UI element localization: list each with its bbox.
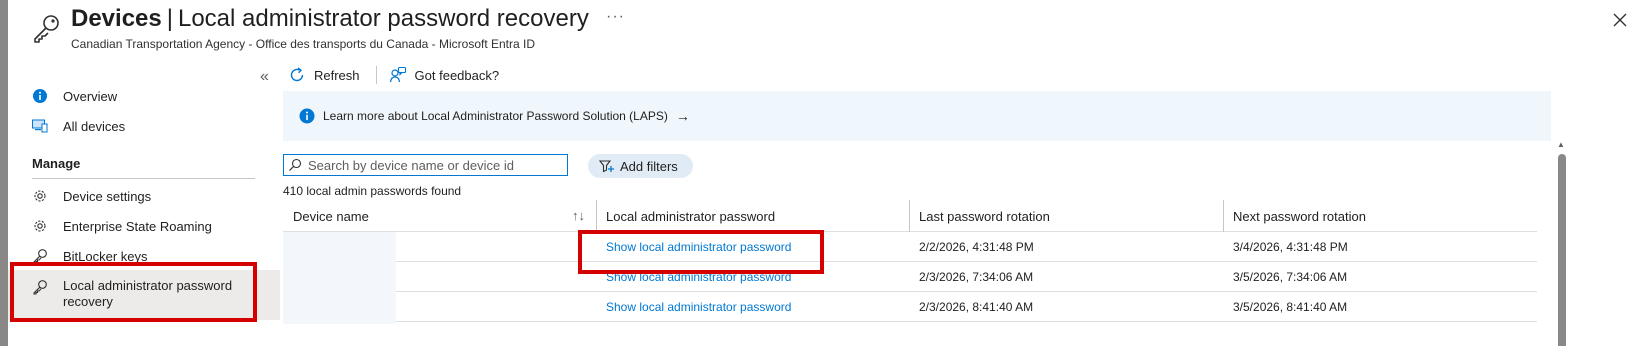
sidebar-item-enterprise-state-roaming[interactable]: Enterprise State Roaming	[8, 211, 280, 241]
last-rotation-cell: 2/2/2026, 4:31:48 PM	[919, 240, 1034, 254]
gear-icon	[32, 218, 48, 234]
results-count: 410 local admin passwords found	[283, 184, 462, 198]
table-row[interactable]: Show local administrator password 2/2/20…	[283, 232, 1537, 262]
filter-icon	[598, 160, 614, 173]
page-title-secondary: Local administrator password recovery	[177, 5, 589, 32]
search-box[interactable]	[283, 154, 568, 176]
last-rotation-cell: 2/3/2026, 7:34:06 AM	[919, 270, 1034, 284]
scroll-up-icon[interactable]: ▲	[1557, 140, 1565, 149]
feedback-button[interactable]: Got feedback?	[389, 66, 506, 84]
column-divider[interactable]	[1223, 200, 1224, 232]
table-row[interactable]: Show local administrator password 2/3/20…	[283, 262, 1537, 292]
refresh-icon	[288, 66, 306, 84]
next-rotation-cell: 3/5/2026, 8:41:40 AM	[1233, 300, 1348, 314]
column-divider[interactable]	[596, 200, 597, 232]
sidebar-section-manage: Manage	[32, 156, 81, 171]
search-input[interactable]	[308, 157, 558, 173]
info-banner: Learn more about Local Administrator Pas…	[283, 91, 1551, 141]
column-header-next-rotation[interactable]: Next password rotation	[1233, 200, 1366, 232]
info-icon	[299, 108, 315, 124]
key-icon	[34, 15, 59, 43]
sidebar-item-label: Enterprise State Roaming	[63, 218, 212, 234]
last-rotation-cell: 2/3/2026, 8:41:40 AM	[919, 300, 1034, 314]
vertical-scrollbar[interactable]: ▲	[1557, 140, 1567, 346]
page-title-primary: Devices	[71, 5, 162, 32]
page-title: Devices | Local administrator password rec…	[71, 5, 589, 33]
sidebar-item-bitlocker-keys[interactable]: BitLocker keys	[8, 241, 280, 271]
page-subtitle: Canadian Transportation Agency - Office …	[71, 37, 536, 51]
column-header-device-name[interactable]: Device name	[293, 200, 369, 232]
laps-learn-more-text: Learn more about Local Administrator Pas…	[323, 109, 668, 123]
blade-header: Devices | Local administrator password rec…	[8, 0, 1651, 60]
sidebar-item-overview[interactable]: Overview	[8, 81, 280, 111]
toolbar-divider	[375, 66, 377, 84]
refresh-label: Refresh	[314, 67, 360, 83]
column-divider[interactable]	[909, 200, 910, 232]
laps-learn-more-link[interactable]: Learn more about Local Administrator Pas…	[323, 108, 690, 124]
command-bar: Refresh Got feedback?	[288, 60, 505, 90]
refresh-button[interactable]: Refresh	[288, 66, 366, 84]
devices-icon	[32, 118, 48, 134]
laps-table: Device name ↑↓ Local administrator passw…	[283, 200, 1537, 324]
sidebar-item-label: Device settings	[63, 188, 152, 204]
show-password-link[interactable]: Show local administrator password	[606, 300, 791, 314]
sidebar: « Overview All devices Manage Device set…	[8, 60, 280, 346]
scrollbar-thumb[interactable]	[1558, 154, 1566, 346]
redacted-device-names	[283, 232, 396, 324]
key-icon	[32, 248, 48, 264]
table-row[interactable]: Show local administrator password 2/3/20…	[283, 292, 1537, 322]
table-header-row: Device name ↑↓ Local administrator passw…	[283, 200, 1537, 232]
add-filters-label: Add filters	[620, 158, 678, 174]
arrow-right-icon: →	[675, 108, 690, 124]
sidebar-item-label: Local administrator password recovery	[63, 278, 233, 309]
show-password-link[interactable]: Show local administrator password	[606, 240, 791, 254]
key-icon	[32, 279, 48, 295]
column-header-local-admin-password[interactable]: Local administrator password	[606, 200, 775, 232]
show-password-link[interactable]: Show local administrator password	[606, 270, 791, 284]
feedback-icon	[389, 66, 407, 84]
gear-icon	[32, 188, 48, 204]
sidebar-item-all-devices[interactable]: All devices	[8, 111, 280, 141]
sidebar-item-device-settings[interactable]: Device settings	[8, 181, 280, 211]
add-filters-button[interactable]: Add filters	[588, 154, 693, 178]
section-divider	[32, 178, 255, 179]
info-icon	[32, 88, 48, 104]
search-icon	[289, 158, 302, 171]
feedback-label: Got feedback?	[414, 67, 500, 83]
sidebar-item-label: Overview	[63, 88, 118, 104]
close-icon[interactable]	[1608, 8, 1632, 32]
page-title-separator: |	[166, 5, 173, 32]
next-rotation-cell: 3/4/2026, 4:31:48 PM	[1233, 240, 1348, 254]
column-header-last-rotation[interactable]: Last password rotation	[919, 200, 1050, 232]
sidebar-item-label: All devices	[63, 118, 126, 134]
sidebar-item-local-admin-password-recovery[interactable]: Local administrator password recovery	[8, 270, 280, 320]
more-actions-button[interactable]: ···	[606, 8, 625, 26]
sort-icon[interactable]: ↑↓	[572, 208, 585, 223]
next-rotation-cell: 3/5/2026, 7:34:06 AM	[1233, 270, 1348, 284]
left-window-edge	[0, 0, 8, 346]
sidebar-item-label: BitLocker keys	[63, 248, 148, 264]
